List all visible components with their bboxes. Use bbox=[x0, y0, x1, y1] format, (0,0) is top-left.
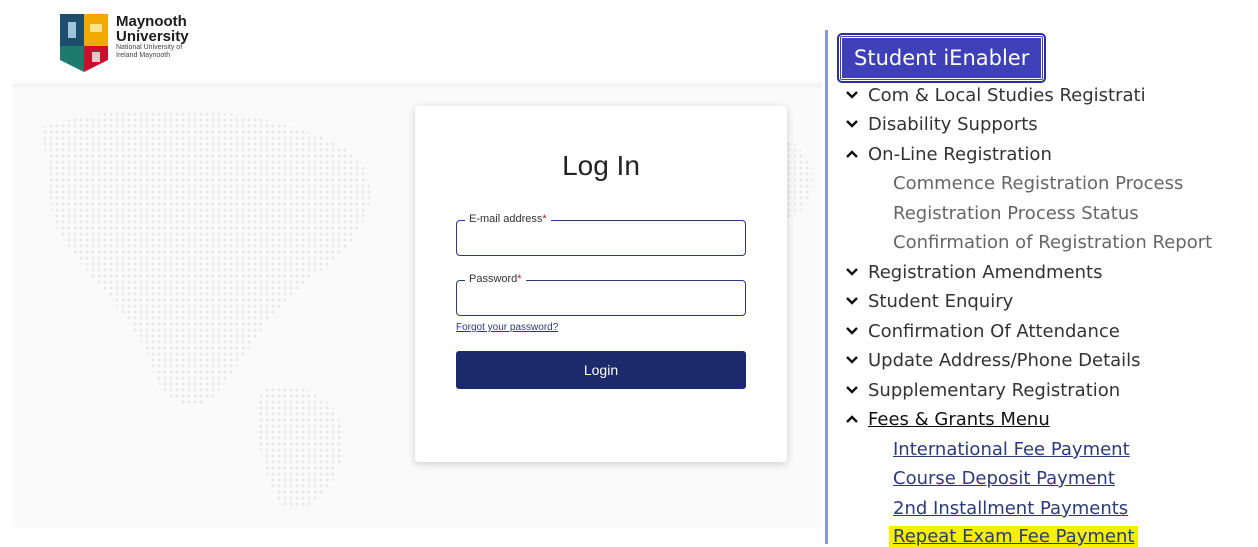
password-label-text: Password bbox=[469, 273, 518, 285]
chevron-up-icon bbox=[846, 415, 858, 423]
menu-item-student-enquiry[interactable]: Student Enquiry bbox=[846, 291, 1014, 312]
email-label-text: E-mail address bbox=[469, 213, 543, 225]
login-title: Log In bbox=[562, 150, 640, 181]
email-label: E-mail address* bbox=[465, 213, 551, 225]
menu-item-disability-supports[interactable]: Disability Supports bbox=[846, 114, 1038, 135]
brand-text: Maynooth University National University … bbox=[116, 14, 196, 60]
university-logo[interactable]: Maynooth University National University … bbox=[58, 12, 196, 74]
menu-item-label: Com & Local Studies Registrati bbox=[868, 85, 1146, 106]
menu-item-label: Disability Supports bbox=[868, 114, 1038, 135]
email-input[interactable] bbox=[465, 223, 739, 255]
ienabler-menu: Student iEnabler Com & Local Studies Reg… bbox=[828, 0, 1258, 547]
menu-item-fees-grants[interactable]: Fees & Grants Menu bbox=[846, 409, 1050, 430]
menu-item-update-address[interactable]: Update Address/Phone Details bbox=[846, 350, 1141, 371]
chevron-down-icon bbox=[846, 386, 858, 394]
chevron-down-icon bbox=[846, 356, 858, 364]
menu-item-label: Supplementary Registration bbox=[868, 380, 1121, 401]
menu-item-supplementary-registration[interactable]: Supplementary Registration bbox=[846, 380, 1121, 401]
submenu-international-fee[interactable]: International Fee Payment bbox=[893, 439, 1130, 460]
password-field[interactable]: Password* bbox=[456, 273, 746, 316]
required-mark: * bbox=[517, 273, 522, 285]
menu-item-label: On-Line Registration bbox=[868, 144, 1052, 165]
chevron-down-icon bbox=[846, 91, 858, 99]
chevron-up-icon bbox=[846, 150, 858, 158]
chevron-down-icon bbox=[846, 327, 858, 335]
menu-title: Student iEnabler bbox=[836, 33, 1047, 83]
chevron-down-icon bbox=[846, 297, 858, 305]
crest-icon bbox=[60, 14, 108, 72]
submenu-registration-report[interactable]: Confirmation of Registration Report bbox=[893, 232, 1212, 253]
chevron-down-icon bbox=[846, 120, 858, 128]
login-button[interactable]: Login bbox=[456, 351, 746, 389]
login-portal: Maynooth University National University … bbox=[0, 0, 822, 544]
password-label: Password* bbox=[465, 273, 526, 285]
submenu-course-deposit[interactable]: Course Deposit Payment bbox=[893, 468, 1115, 489]
menu-item-registration-amendments[interactable]: Registration Amendments bbox=[846, 262, 1103, 283]
chevron-down-icon bbox=[846, 268, 858, 276]
menu-item-label: Student Enquiry bbox=[868, 291, 1014, 312]
password-input[interactable] bbox=[465, 283, 739, 315]
menu-item-label: Confirmation Of Attendance bbox=[868, 321, 1120, 342]
required-mark: * bbox=[542, 213, 547, 225]
forgot-password-link[interactable]: Forgot your password? bbox=[456, 322, 558, 333]
submenu-2nd-installment[interactable]: 2nd Installment Payments bbox=[893, 498, 1128, 519]
menu-item-label: Update Address/Phone Details bbox=[868, 350, 1141, 371]
menu-item-label: Registration Amendments bbox=[868, 262, 1103, 283]
email-field[interactable]: E-mail address* bbox=[456, 213, 746, 256]
submenu-commence-registration[interactable]: Commence Registration Process bbox=[893, 173, 1183, 194]
menu-item-label: Fees & Grants Menu bbox=[868, 409, 1050, 430]
menu-item-online-registration[interactable]: On-Line Registration bbox=[846, 144, 1052, 165]
brand-name: Maynooth University bbox=[116, 13, 189, 45]
brand-subtitle: National University of Ireland Maynooth bbox=[116, 44, 183, 59]
menu-item-com-local-studies[interactable]: Com & Local Studies Registrati bbox=[846, 85, 1146, 106]
submenu-registration-status[interactable]: Registration Process Status bbox=[893, 203, 1139, 224]
menu-item-confirmation-attendance[interactable]: Confirmation Of Attendance bbox=[846, 321, 1120, 342]
login-card: Log In E-mail address* Password* Forgot … bbox=[415, 106, 787, 462]
